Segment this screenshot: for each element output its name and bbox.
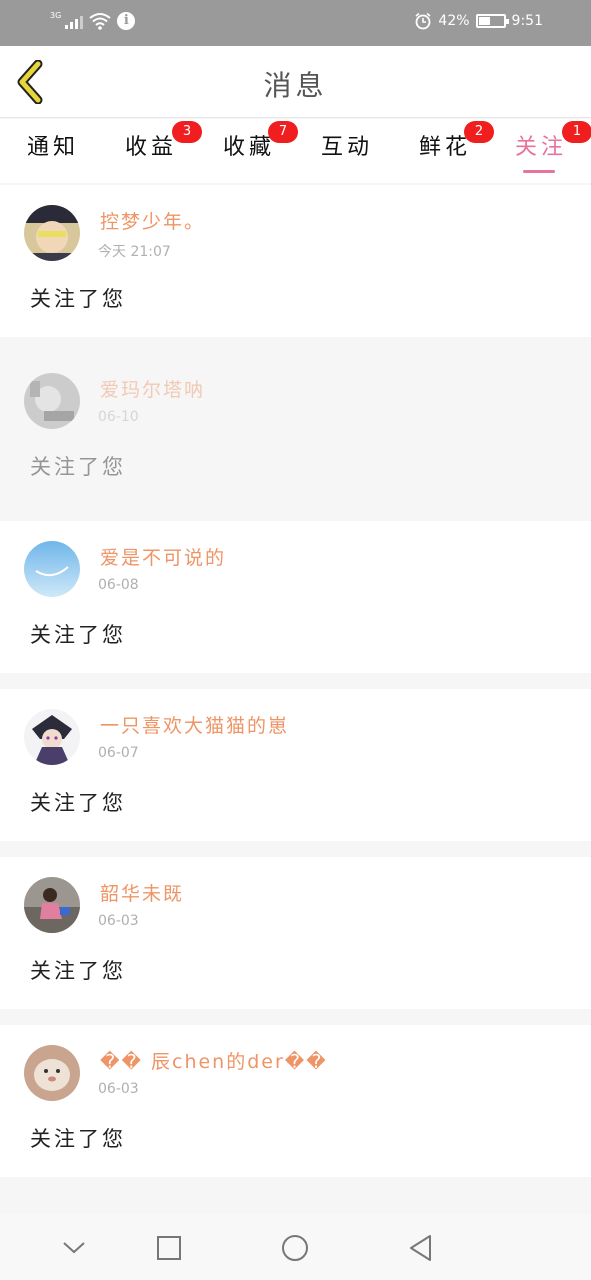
notification-text: 关注了您 xyxy=(30,455,126,479)
tab-label: 通知 xyxy=(26,135,79,160)
tab-bar: 通知 收益 3 收藏 7 互动 鲜花 2 关注 1 xyxy=(0,119,591,183)
active-tab-indicator xyxy=(523,170,555,173)
notification-text: 关注了您 xyxy=(30,959,126,983)
notification-item[interactable]: 爱玛尔塔呐 06-10 关注了您 xyxy=(0,353,591,505)
app-header: 消息 xyxy=(0,46,591,118)
chevron-down-icon xyxy=(63,1242,85,1254)
tab-label: 收藏 xyxy=(222,135,275,160)
timestamp: 06-03 xyxy=(98,913,139,929)
status-right: 42% 9:51 xyxy=(414,12,543,30)
tab-notifications[interactable]: 通知 xyxy=(4,129,102,161)
alarm-icon xyxy=(415,12,431,30)
notification-text: 关注了您 xyxy=(30,1127,126,1151)
recents-button[interactable] xyxy=(149,1228,189,1268)
square-icon xyxy=(157,1236,181,1260)
count-badge: 2 xyxy=(464,121,494,143)
home-button[interactable] xyxy=(275,1228,315,1268)
notification-item[interactable]: 一只喜欢大猫猫的崽 06-07 关注了您 xyxy=(0,689,591,841)
avatar[interactable] xyxy=(24,541,80,597)
notification-item[interactable]: 爱是不可说的 06-08 关注了您 xyxy=(0,521,591,673)
page-title: 消息 xyxy=(263,69,328,102)
triangle-back-icon xyxy=(410,1235,431,1261)
back-nav-button[interactable] xyxy=(400,1228,440,1268)
timestamp: 06-08 xyxy=(98,577,139,593)
battery-icon xyxy=(475,14,509,28)
username[interactable]: 一只喜欢大猫猫的崽 xyxy=(100,711,289,738)
notification-item[interactable]: �� 辰chen的der�� 06-03 关注了您 xyxy=(0,1025,591,1177)
tab-label: 鲜花 xyxy=(418,135,471,160)
wifi-icon xyxy=(89,13,111,30)
status-bar: 3G i 42% 9:51 xyxy=(0,0,591,46)
system-nav-bar xyxy=(0,1214,591,1280)
avatar[interactable] xyxy=(24,1045,80,1101)
tab-label: 互动 xyxy=(320,135,373,160)
username[interactable]: 爱玛尔塔呐 xyxy=(100,375,205,402)
tab-follow[interactable]: 关注 1 xyxy=(492,121,591,161)
timestamp: 06-10 xyxy=(98,409,139,425)
battery-fill xyxy=(478,17,490,25)
username[interactable]: 韶华未既 xyxy=(100,879,184,906)
notification-text: 关注了您 xyxy=(30,623,126,647)
avatar[interactable] xyxy=(24,373,80,429)
username[interactable]: �� 辰chen的der�� xyxy=(100,1047,328,1074)
clock: 9:51 xyxy=(511,13,543,29)
timestamp: 今天 21:07 xyxy=(98,244,171,260)
notification-text: 关注了您 xyxy=(30,287,126,311)
avatar[interactable] xyxy=(24,205,80,261)
status-left: 3G i xyxy=(50,10,136,30)
info-icon: i xyxy=(117,12,136,30)
tab-label: 关注 xyxy=(514,135,567,160)
tab-favorites[interactable]: 收藏 7 xyxy=(200,121,298,161)
circle-icon xyxy=(282,1235,308,1261)
count-badge: 7 xyxy=(268,121,298,143)
count-badge: 3 xyxy=(172,121,202,143)
timestamp: 06-07 xyxy=(98,745,139,761)
count-badge: 1 xyxy=(562,121,591,143)
username[interactable]: 爱是不可说的 xyxy=(100,543,226,570)
timestamp: 06-03 xyxy=(98,1081,139,1097)
tab-flowers[interactable]: 鲜花 2 xyxy=(396,121,494,161)
signal-icon xyxy=(65,13,84,29)
avatar[interactable] xyxy=(24,709,80,765)
username[interactable]: 控梦少年。 xyxy=(100,207,205,234)
battery-percent: 42% xyxy=(438,13,470,29)
tab-earnings[interactable]: 收益 3 xyxy=(102,121,202,161)
notification-text: 关注了您 xyxy=(30,791,126,815)
notification-item[interactable]: 韶华未既 06-03 关注了您 xyxy=(0,857,591,1009)
tab-label: 收益 xyxy=(124,135,177,160)
tab-interactions[interactable]: 互动 xyxy=(298,129,396,161)
avatar[interactable] xyxy=(24,877,80,933)
network-type: 3G xyxy=(50,10,62,20)
collapse-button[interactable] xyxy=(54,1228,94,1268)
notification-item[interactable]: 控梦少年。 今天 21:07 关注了您 xyxy=(0,185,591,337)
